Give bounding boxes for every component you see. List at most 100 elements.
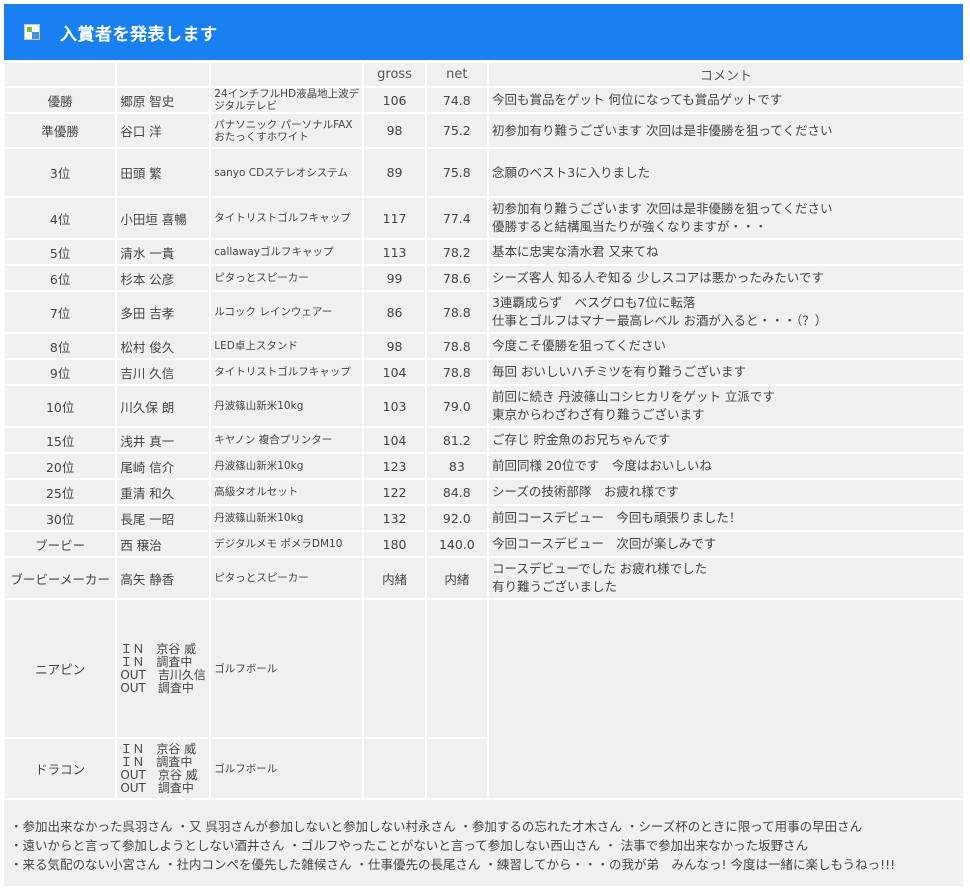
net-cell: 77.4 (426, 198, 487, 238)
net-cell: 83 (426, 454, 487, 478)
column-header-gross: gross (364, 63, 425, 86)
table-row: 10位 川久保 朗 丹波篠山新米10kg 103 79.0 前回に続き 丹波篠山… (5, 386, 963, 426)
comment-cell: コースデビューでした お疲れ様でした 有り難うございました (488, 558, 963, 598)
page-header: 入賞者を発表します (4, 4, 963, 60)
net-cell: 75.2 (426, 114, 487, 147)
prize-cell: ゴルフボール (211, 600, 363, 737)
prize-cell: 丹波篠山新米10kg (211, 506, 363, 530)
net-cell: 75.8 (426, 149, 487, 196)
prize-cell: ルコック レインウェアー (211, 292, 363, 332)
gross-cell: 180 (364, 532, 425, 556)
table-row: 4位 小田垣 喜暢 タイトリストゴルフキャップ 117 77.4 初参加有り難う… (5, 198, 963, 238)
comment-cell: シーズ客人 知る人ぞ知る 少しスコアは悪かったみたいです (488, 266, 963, 290)
prize-cell: タイトリストゴルフキャップ (211, 198, 363, 238)
prize-cell: ピタっとスピーカー (211, 266, 363, 290)
net-cell: 140.0 (426, 532, 487, 556)
net-cell: 84.8 (426, 480, 487, 504)
comment-cell: 今回も賞品をゲット 何位になっても賞品ゲットです (488, 88, 963, 112)
gross-cell (364, 600, 425, 737)
table-row: 6位 杉本 公彦 ピタっとスピーカー 99 78.6 シーズ客人 知る人ぞ知る … (5, 266, 963, 290)
prize-cell: ピタっとスピーカー (211, 558, 363, 598)
prize-cell: 丹波篠山新米10kg (211, 454, 363, 478)
comment-cell: 今度こそ優勝を狙ってください (488, 334, 963, 358)
rank-cell: 8位 (5, 334, 116, 358)
rank-cell: 優勝 (5, 88, 116, 112)
comment-cell: 前回に続き 丹波篠山コシヒカリをゲット 立派です 東京からわざわざ有り難うござい… (488, 386, 963, 426)
comment-cell: 初参加有り難うございます 次回は是非優勝を狙ってください 優勝すると結構風当たり… (488, 198, 963, 238)
gross-cell: 122 (364, 480, 425, 504)
page: 入賞者を発表します gross net コメント 優勝 郷原 智史 24インチフ… (0, 0, 970, 890)
net-cell: 78.8 (426, 360, 487, 384)
table-header-row: gross net コメント (5, 63, 963, 86)
name-cell: 田頭 繁 (117, 149, 210, 196)
column-header-prize (211, 63, 363, 86)
rank-cell: 9位 (5, 360, 116, 384)
name-cell: 浅井 真一 (117, 428, 210, 452)
table-row: ブービー 西 穣治 デジタルメモ ポメラDM10 180 140.0 今回コース… (5, 532, 963, 556)
table-row: 5位 清水 一貴 callawayゴルフキャップ 113 78.2 基本に忠実な… (5, 240, 963, 264)
name-cell: 小田垣 喜暢 (117, 198, 210, 238)
table-row: 8位 松村 俊久 LED卓上スタンド 98 78.8 今度こそ優勝を狙ってくださ… (5, 334, 963, 358)
name-cell: 重清 和久 (117, 480, 210, 504)
table-row: 3位 田頭 繁 sanyo CDステレオシステム 89 75.8 念願のベスト3… (5, 149, 963, 196)
table-row: 30位 長尾 一昭 丹波篠山新米10kg 132 92.0 前回コースデビュー … (5, 506, 963, 530)
net-cell: 78.6 (426, 266, 487, 290)
rank-cell: 4位 (5, 198, 116, 238)
gross-cell: 117 (364, 198, 425, 238)
table-row: 優勝 郷原 智史 24インチフルHD液晶地上波デジタルテレビ 106 74.8 … (5, 88, 963, 112)
gross-cell: 113 (364, 240, 425, 264)
rank-cell: 6位 (5, 266, 116, 290)
footer-notes: ・参加出来なかった呉羽さん ・又 呉羽さんが参加しないと参加しない村永さん ・参… (4, 800, 963, 886)
net-cell: 79.0 (426, 386, 487, 426)
rank-cell: 5位 (5, 240, 116, 264)
prize-cell: ゴルフボール (211, 739, 363, 798)
net-cell: 81.2 (426, 428, 487, 452)
comment-cell: 3連覇成らず ベスグロも7位に転落 仕事とゴルフはマナー最高レベル お酒が入ると… (488, 292, 963, 332)
comment-cell: シーズの技術部隊 お疲れ様です (488, 480, 963, 504)
name-cell: 多田 吉孝 (117, 292, 210, 332)
net-cell: 内緒 (426, 558, 487, 598)
rank-cell: ブービーメーカー (5, 558, 116, 598)
column-header-name (117, 63, 210, 86)
gross-cell: 123 (364, 454, 425, 478)
comment-cell: 前回コースデビュー 今回も頑張りました！ (488, 506, 963, 530)
comment-cell: 初参加有り難うございます 次回は是非優勝を狙ってください (488, 114, 963, 147)
rank-cell: 10位 (5, 386, 116, 426)
table-row: ブービーメーカー 高矢 静香 ピタっとスピーカー 内緒 内緒 コースデビューでし… (5, 558, 963, 598)
rank-cell: 30位 (5, 506, 116, 530)
gross-cell: 103 (364, 386, 425, 426)
column-header-net: net (426, 63, 487, 86)
rank-cell: 準優勝 (5, 114, 116, 147)
gross-cell: 132 (364, 506, 425, 530)
prize-cell: デジタルメモ ポメラDM10 (211, 532, 363, 556)
comment-cell (488, 600, 963, 798)
table-row: 15位 浅井 真一 キヤノン 複合プリンター 104 81.2 ご存じ 貯金魚の… (5, 428, 963, 452)
footer-line: ・遠いからと言って参加しようとしない酒井さん ・ゴルフやったことがないと言って参… (10, 838, 809, 853)
table-row: 20位 尾崎 信介 丹波篠山新米10kg 123 83 前回同様 20位です 今… (5, 454, 963, 478)
net-cell: 78.2 (426, 240, 487, 264)
net-cell: 78.8 (426, 334, 487, 358)
comment-cell: 念願のベスト3に入りました (488, 149, 963, 196)
footer-line: ・来る気配のない小宮さん ・社内コンペを優先した雑候さん ・仕事優先の長尾さん … (10, 857, 896, 872)
comment-cell: 毎回 おいしいハチミツを有り難うございます (488, 360, 963, 384)
name-cell: 吉川 久信 (117, 360, 210, 384)
column-header-rank (5, 63, 116, 86)
results-table: gross net コメント 優勝 郷原 智史 24インチフルHD液晶地上波デジ… (3, 61, 965, 800)
page-title: 入賞者を発表します (60, 24, 218, 45)
rank-cell: 3位 (5, 149, 116, 196)
footer-line: ・参加出来なかった呉羽さん ・又 呉羽さんが参加しないと参加しない村永さん ・参… (10, 819, 863, 834)
name-cell: 清水 一貴 (117, 240, 210, 264)
table-row: 準優勝 谷口 洋 パナソニック パーソナルFAX おたっくすホワイト 98 75… (5, 114, 963, 147)
rank-cell: ニアピン (5, 600, 116, 737)
broken-image-icon (24, 24, 40, 40)
prize-cell: 丹波篠山新米10kg (211, 386, 363, 426)
prize-cell: LED卓上スタンド (211, 334, 363, 358)
gross-cell: 104 (364, 360, 425, 384)
gross-cell (364, 739, 425, 798)
name-cell: 松村 俊久 (117, 334, 210, 358)
net-cell (426, 739, 487, 798)
table-row: 9位 吉川 久信 タイトリストゴルフキャップ 104 78.8 毎回 おいしいハ… (5, 360, 963, 384)
prize-cell: キヤノン 複合プリンター (211, 428, 363, 452)
name-cell: ＩＮ 京谷 威 ＩＮ 調査中 OUT 京谷 威 OUT 調査中 (117, 739, 210, 798)
prize-cell: パナソニック パーソナルFAX おたっくすホワイト (211, 114, 363, 147)
